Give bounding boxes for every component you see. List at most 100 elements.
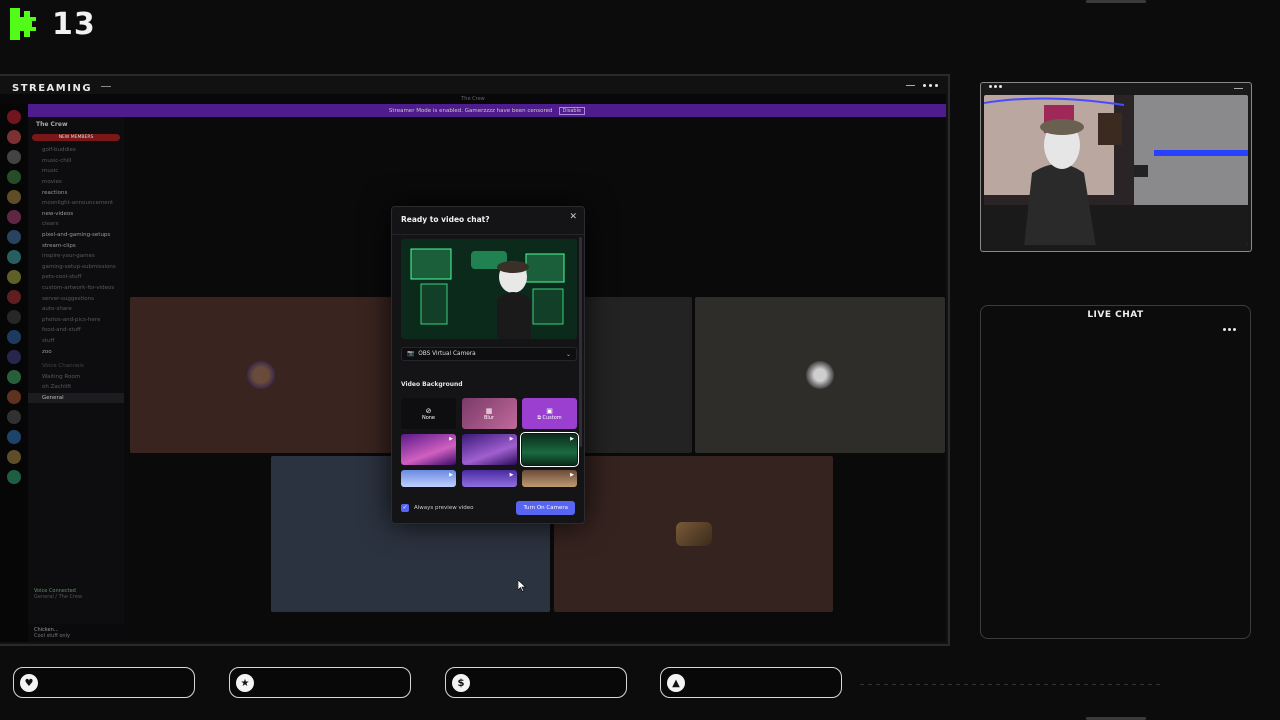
server-icon[interactable]	[7, 370, 21, 384]
title-underscore	[101, 85, 112, 87]
channel-item[interactable]: photos-and-pics-here	[28, 315, 124, 326]
minimize-icon[interactable]	[906, 84, 915, 86]
play-icon: ▶	[509, 436, 514, 442]
more-options-icon[interactable]	[923, 83, 938, 87]
kick-logo	[8, 6, 42, 42]
channel-sidebar: The Crew NEW MEMBERS golf-buddies music-c…	[28, 117, 124, 642]
server-icon[interactable]	[7, 450, 21, 464]
channel-item[interactable]: pets-cool-stuff	[28, 272, 124, 283]
voice-category[interactable]: Voice Channels	[28, 361, 124, 372]
bg-option-preset[interactable]: ▶	[461, 470, 517, 487]
camera-select-value: OBS Virtual Camera	[418, 351, 476, 357]
channel-item[interactable]: gaming-setup-submissions	[28, 262, 124, 273]
streaming-title-wrap: STREAMING	[12, 76, 112, 95]
server-icon[interactable]	[7, 150, 21, 164]
always-preview-checkbox[interactable]: ✓	[401, 503, 409, 512]
server-icon[interactable]	[7, 230, 21, 244]
play-icon: ▶	[509, 472, 514, 478]
server-icon[interactable]	[7, 310, 21, 324]
channel-item[interactable]: food-and-stuff	[28, 325, 124, 336]
brand: 13	[8, 6, 96, 42]
voice-channel-item[interactable]: General	[28, 392, 124, 404]
server-icon[interactable]	[7, 170, 21, 184]
server-icon[interactable]	[7, 250, 21, 264]
alert-button[interactable]: ▲	[660, 667, 842, 698]
server-icon[interactable]	[7, 390, 21, 404]
channel-item[interactable]: music-chill	[28, 156, 124, 167]
video-tile[interactable]	[695, 297, 945, 453]
live-chat-panel: LIVE CHAT	[980, 305, 1251, 639]
banner-text: Streamer Mode is enabled. Gamerzzzz have…	[388, 107, 553, 114]
bg-option-blur[interactable]: ▦ Blur	[461, 398, 517, 429]
bg-option-preset[interactable]: ▶	[522, 470, 577, 487]
subscribe-button[interactable]: ★	[229, 667, 411, 698]
participant-avatar	[675, 522, 712, 546]
server-icon[interactable]	[7, 210, 21, 224]
none-icon: ⊘	[425, 406, 432, 415]
bg-option-preset[interactable]: ▶	[461, 434, 517, 465]
donate-button[interactable]: $	[445, 667, 627, 698]
server-icon[interactable]	[7, 410, 21, 424]
bg-option-preset-selected[interactable]: ▶	[520, 432, 579, 467]
more-options-icon[interactable]	[989, 85, 1002, 93]
turn-on-camera-button[interactable]: Turn On Camera	[516, 500, 575, 515]
channel-item[interactable]: golf-buddies	[28, 145, 124, 156]
bg-option-preset[interactable]: ▶	[401, 434, 456, 465]
voice-sub: General / The Crew	[34, 594, 83, 600]
always-preview-label: Always preview video	[414, 504, 474, 511]
bg-option-preset[interactable]: ▶	[401, 470, 456, 487]
play-icon: ▶	[570, 436, 574, 442]
channel-item[interactable]: new-videos	[28, 209, 124, 220]
server-icon[interactable]	[7, 270, 21, 284]
server-icon[interactable]	[7, 350, 21, 364]
channel-item[interactable]: inspire-your-games	[28, 251, 124, 262]
participant-avatar	[247, 361, 275, 389]
user-status: Cool stuff only	[34, 633, 70, 639]
channel-item[interactable]: custom-artwork-for-videos	[28, 283, 124, 294]
channel-item[interactable]: clears	[28, 219, 124, 230]
modal-divider	[392, 234, 584, 235]
bg-option-none[interactable]: ⊘ None	[401, 398, 456, 429]
server-icon[interactable]	[7, 130, 21, 144]
video-tile[interactable]	[585, 297, 692, 453]
channel-item[interactable]: zoo	[28, 346, 124, 357]
camera-icon: 📷	[407, 351, 415, 357]
image-icon: ▣	[546, 406, 553, 415]
channel-item[interactable]: server-suggestions	[28, 293, 124, 304]
close-icon[interactable]: ✕	[569, 212, 577, 222]
bg-option-custom[interactable]: ▣ ⧉ Custom	[522, 398, 577, 429]
brand-number: 13	[52, 6, 96, 42]
channel-item[interactable]: stuff	[28, 336, 124, 347]
server-icon[interactable]	[7, 330, 21, 344]
server-icon[interactable]	[7, 190, 21, 204]
channel-item[interactable]: pixel-and-gaming-setups	[28, 230, 124, 241]
webcam-feed	[984, 95, 1248, 245]
channel-item[interactable]: reactions	[28, 187, 124, 198]
camera-select[interactable]: 📷 OBS Virtual Camera ⌄	[401, 347, 577, 361]
video-tile[interactable]	[130, 297, 392, 453]
video-background-label: Video Background	[401, 381, 463, 388]
voice-channel-item[interactable]: Waiting Room	[28, 371, 124, 382]
server-icon[interactable]	[7, 110, 21, 124]
server-icon[interactable]	[7, 470, 21, 484]
video-tile[interactable]	[554, 456, 833, 612]
voice-channel-list: Waiting Room oh Zachlift General	[28, 371, 124, 404]
top-divider	[1086, 0, 1146, 3]
channel-item[interactable]: movies	[28, 177, 124, 188]
server-icon[interactable]	[7, 290, 21, 304]
channel-item[interactable]: moonlight-announcement	[28, 198, 124, 209]
follow-button[interactable]: ♥	[13, 667, 195, 698]
star-icon: ★	[236, 674, 254, 692]
channel-item[interactable]: music	[28, 166, 124, 177]
more-options-icon[interactable]	[1221, 316, 1236, 335]
channel-item[interactable]: auto-share	[28, 304, 124, 315]
server-name[interactable]: The Crew	[28, 117, 124, 132]
modal-scrollbar[interactable]	[579, 237, 582, 447]
server-icon[interactable]	[7, 430, 21, 444]
banner-disable-button[interactable]: Disable	[558, 106, 586, 115]
voice-channel-item[interactable]: oh Zachlift	[28, 382, 124, 393]
blur-icon: ▦	[485, 406, 493, 415]
event-badge[interactable]: NEW MEMBERS	[32, 134, 120, 141]
minimize-icon[interactable]	[1234, 88, 1243, 89]
channel-item[interactable]: stream-clips	[28, 240, 124, 251]
